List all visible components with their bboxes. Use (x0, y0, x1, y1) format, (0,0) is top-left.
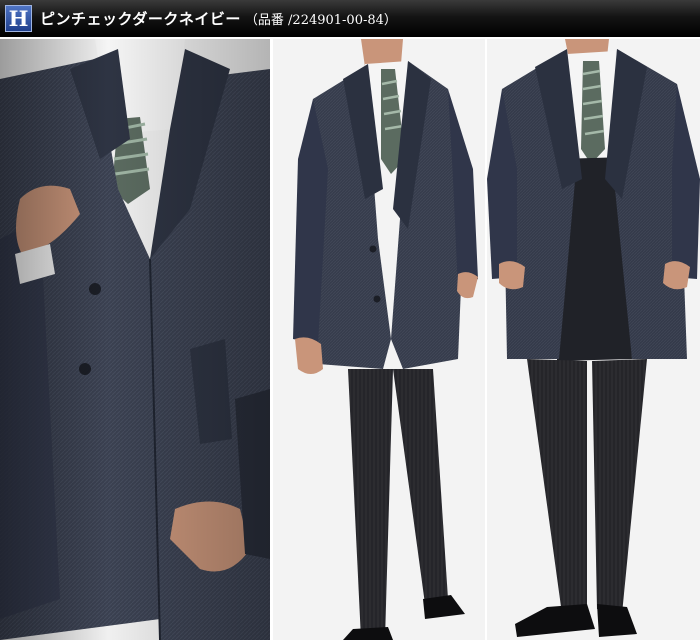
full-front-model-illustration (487, 39, 700, 640)
product-color-name: ピンチェックダークネイビー (40, 10, 241, 28)
full-angled-model-illustration (273, 39, 485, 640)
photo-full-angled (273, 39, 485, 640)
photo-closeup (0, 39, 270, 640)
product-item-number: （品番 /224901-00-84） (244, 13, 397, 28)
photo-full-front (487, 39, 700, 640)
closeup-coat-illustration (0, 39, 270, 640)
product-image-frame: H ピンチェックダークネイビー （品番 /224901-00-84） (0, 0, 700, 640)
product-title: ピンチェックダークネイビー （品番 /224901-00-84） (40, 0, 397, 37)
title-bar: H ピンチェックダークネイビー （品番 /224901-00-84） (0, 0, 700, 37)
h-logo-icon: H (5, 5, 32, 32)
